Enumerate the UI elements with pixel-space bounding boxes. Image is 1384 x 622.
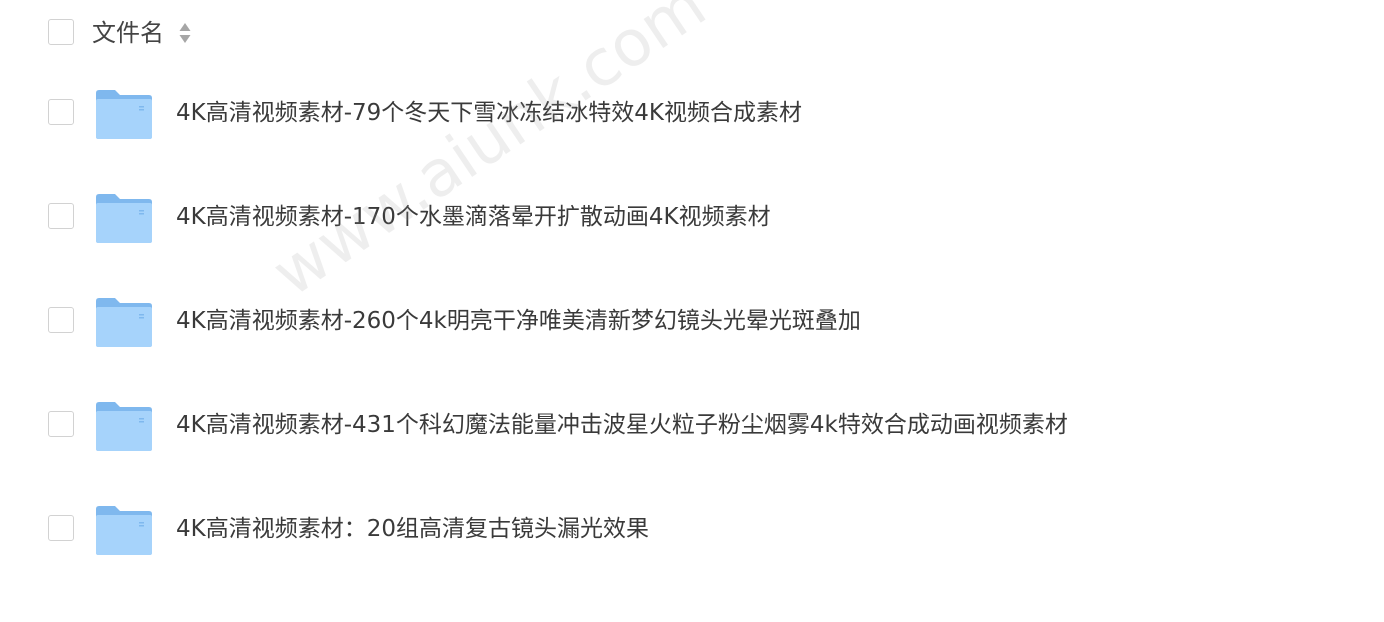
filename-column-header[interactable]: 文件名	[92, 14, 164, 52]
file-row[interactable]: 4K高清视频素材：20组高清复古镜头漏光效果	[0, 489, 1384, 569]
select-all-checkbox[interactable]	[48, 19, 74, 45]
file-row[interactable]: 4K高清视频素材-260个4k明亮干净唯美清新梦幻镜头光晕光斑叠加	[0, 281, 1384, 361]
folder-icon	[94, 191, 154, 244]
file-row[interactable]: 4K高清视频素材-79个冬天下雪冰冻结冰特效4K视频合成素材	[0, 73, 1384, 153]
file-list-header: 文件名	[0, 0, 1384, 66]
folder-icon	[94, 503, 154, 556]
file-row[interactable]: 4K高清视频素材-170个水墨滴落晕开扩散动画4K视频素材	[0, 177, 1384, 257]
sort-arrows-glyph	[179, 23, 191, 43]
folder-icon	[94, 399, 154, 452]
file-row-checkbox[interactable]	[48, 411, 74, 437]
file-row-checkbox[interactable]	[48, 99, 74, 125]
file-row[interactable]: 4K高清视频素材-431个科幻魔法能量冲击波星火粒子粉尘烟雾4k特效合成动画视频…	[0, 385, 1384, 465]
file-name[interactable]: 4K高清视频素材-79个冬天下雪冰冻结冰特效4K视频合成素材	[176, 94, 802, 132]
file-name[interactable]: 4K高清视频素材-431个科幻魔法能量冲击波星火粒子粉尘烟雾4k特效合成动画视频…	[176, 406, 1068, 444]
file-list: 文件名 4K高清视频素材-79个冬天下雪冰冻结冰特效4K视频合成素材 4K高清视…	[0, 0, 1384, 622]
sort-up-down-icon[interactable]	[179, 22, 191, 44]
file-row-checkbox[interactable]	[48, 203, 74, 229]
file-name[interactable]: 4K高清视频素材-260个4k明亮干净唯美清新梦幻镜头光晕光斑叠加	[176, 302, 861, 340]
file-name[interactable]: 4K高清视频素材：20组高清复古镜头漏光效果	[176, 510, 649, 548]
file-row-checkbox[interactable]	[48, 307, 74, 333]
file-row-checkbox[interactable]	[48, 515, 74, 541]
file-name[interactable]: 4K高清视频素材-170个水墨滴落晕开扩散动画4K视频素材	[176, 198, 771, 236]
folder-icon	[94, 295, 154, 348]
folder-icon	[94, 87, 154, 140]
